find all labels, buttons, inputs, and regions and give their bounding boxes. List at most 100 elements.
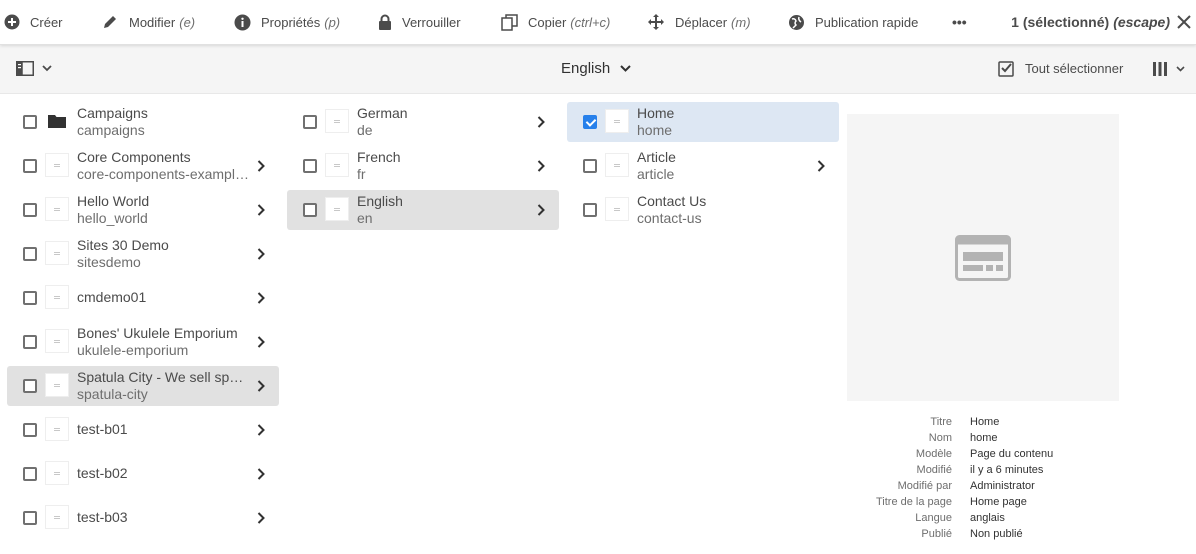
lock-button[interactable]: Verrouiller (378, 0, 461, 44)
chevron-right-icon[interactable] (257, 160, 265, 172)
item-title: test-b03 (77, 509, 128, 525)
chevron-right-icon[interactable] (257, 204, 265, 216)
list-item[interactable]: Bones' Ukulele Emporium ukulele-emporium (7, 322, 279, 362)
create-button[interactable]: Créer (4, 0, 63, 44)
list-item[interactable]: cmdemo01 (7, 278, 279, 318)
copy-button[interactable]: Copier (ctrl+c) (501, 0, 610, 44)
item-checkbox[interactable] (303, 115, 317, 129)
chevron-right-icon[interactable] (537, 204, 545, 216)
list-item[interactable]: Hello World hello_world (7, 190, 279, 230)
column-view-icon (1153, 62, 1167, 76)
item-checkbox[interactable] (23, 159, 37, 173)
item-name: campaigns (77, 122, 145, 138)
detail-key: Titre de la page (875, 496, 952, 508)
item-checkbox[interactable] (303, 203, 317, 217)
list-item[interactable]: Home home (567, 102, 839, 142)
item-checkbox[interactable] (23, 247, 37, 261)
chevron-right-icon[interactable] (537, 116, 545, 128)
page-preview (847, 114, 1119, 401)
copy-icon (501, 13, 518, 31)
selection-escape-hint: (escape) (1113, 14, 1170, 30)
item-checkbox[interactable] (583, 159, 597, 173)
list-item[interactable]: Campaigns campaigns (7, 102, 279, 142)
quick-publish-label: Publication rapide (815, 14, 919, 30)
item-text: Contact Us contact-us (637, 193, 809, 227)
item-text: test-b03 (77, 509, 249, 526)
item-text: English en (357, 193, 529, 227)
list-item[interactable]: English en (287, 190, 559, 230)
move-button[interactable]: Déplacer (m) (647, 0, 751, 44)
view-switcher[interactable] (1152, 61, 1185, 77)
item-checkbox[interactable] (23, 423, 37, 437)
item-name: fr (357, 166, 366, 182)
close-icon[interactable] (1174, 12, 1194, 32)
list-item[interactable]: Spatula City - We sell spatulas...spatul… (7, 366, 279, 406)
more-button[interactable]: ••• (952, 0, 967, 44)
item-checkbox[interactable] (23, 203, 37, 217)
properties-button[interactable]: Propriétés (p) (234, 0, 340, 44)
list-item[interactable]: Core Components core-components-examples (7, 146, 279, 186)
item-title: Hello World (77, 193, 150, 209)
list-item[interactable]: Article article (567, 146, 839, 186)
item-checkbox[interactable] (23, 335, 37, 349)
page-title: English (561, 60, 611, 77)
item-title: Campaigns (77, 105, 148, 121)
list-item[interactable]: test-b01 (7, 410, 279, 450)
item-title: Sites 30 Demo (77, 237, 169, 253)
list-item[interactable]: German de (287, 102, 559, 142)
detail-value: Administrator (970, 480, 1035, 492)
breadcrumb-title[interactable]: English (561, 60, 631, 77)
detail-row: Langue anglais (847, 510, 1147, 526)
edit-button[interactable]: Modifier (e) (101, 0, 195, 44)
list-item[interactable]: Contact Us contact-us (567, 190, 839, 230)
item-title: test-b02 (77, 465, 128, 481)
edit-shortcut: (e) (179, 14, 196, 30)
chevron-right-icon[interactable] (257, 292, 265, 304)
list-item[interactable]: test-b02 (7, 454, 279, 494)
item-name: core-components-examples (77, 166, 249, 182)
page-thumbnail (325, 153, 349, 177)
chevron-right-icon[interactable] (257, 380, 265, 392)
chevron-right-icon[interactable] (257, 512, 265, 524)
item-checkbox[interactable] (23, 511, 37, 525)
item-text: test-b01 (77, 421, 249, 438)
detail-key: Modifié par (897, 480, 952, 492)
chevron-right-icon[interactable] (537, 160, 545, 172)
item-checkbox[interactable] (583, 115, 597, 129)
detail-row: Modèle Page du contenu (847, 446, 1147, 462)
item-checkbox[interactable] (23, 467, 37, 481)
chevron-right-icon[interactable] (257, 248, 265, 260)
item-checkbox[interactable] (303, 159, 317, 173)
item-name: contact-us (637, 210, 702, 226)
folder-icon (45, 109, 69, 133)
item-checkbox[interactable] (23, 115, 37, 129)
item-title: French (357, 149, 401, 165)
item-title: Article (637, 149, 676, 165)
chevron-right-icon[interactable] (817, 160, 825, 172)
page-thumbnail (45, 417, 69, 441)
page-template-icon (955, 234, 1011, 281)
quick-publish-button[interactable]: Publication rapide (788, 0, 918, 44)
chevron-right-icon[interactable] (257, 424, 265, 436)
item-checkbox[interactable] (23, 291, 37, 305)
item-name: home (637, 122, 673, 138)
select-all-label: Tout sélectionner (1025, 61, 1124, 76)
item-title: English (357, 193, 403, 209)
rail-toggle-button[interactable] (16, 61, 52, 76)
list-item[interactable]: Sites 30 Demo sitesdemo (7, 234, 279, 274)
item-checkbox[interactable] (23, 379, 37, 393)
globe-icon (789, 14, 804, 30)
properties-shortcut: (p) (324, 14, 341, 30)
select-all-button[interactable]: Tout sélectionner (998, 60, 1123, 77)
move-shortcut: (m) (731, 14, 751, 30)
detail-key: Langue (915, 512, 952, 524)
item-checkbox[interactable] (583, 203, 597, 217)
detail-key: Nom (928, 432, 952, 444)
create-label: Créer (30, 14, 63, 30)
list-item[interactable]: French fr (287, 146, 559, 186)
item-name: en (357, 210, 373, 226)
chevron-right-icon[interactable] (257, 336, 265, 348)
item-text: German de (357, 105, 529, 139)
list-item[interactable]: test-b03 (7, 498, 279, 538)
chevron-right-icon[interactable] (257, 468, 265, 480)
